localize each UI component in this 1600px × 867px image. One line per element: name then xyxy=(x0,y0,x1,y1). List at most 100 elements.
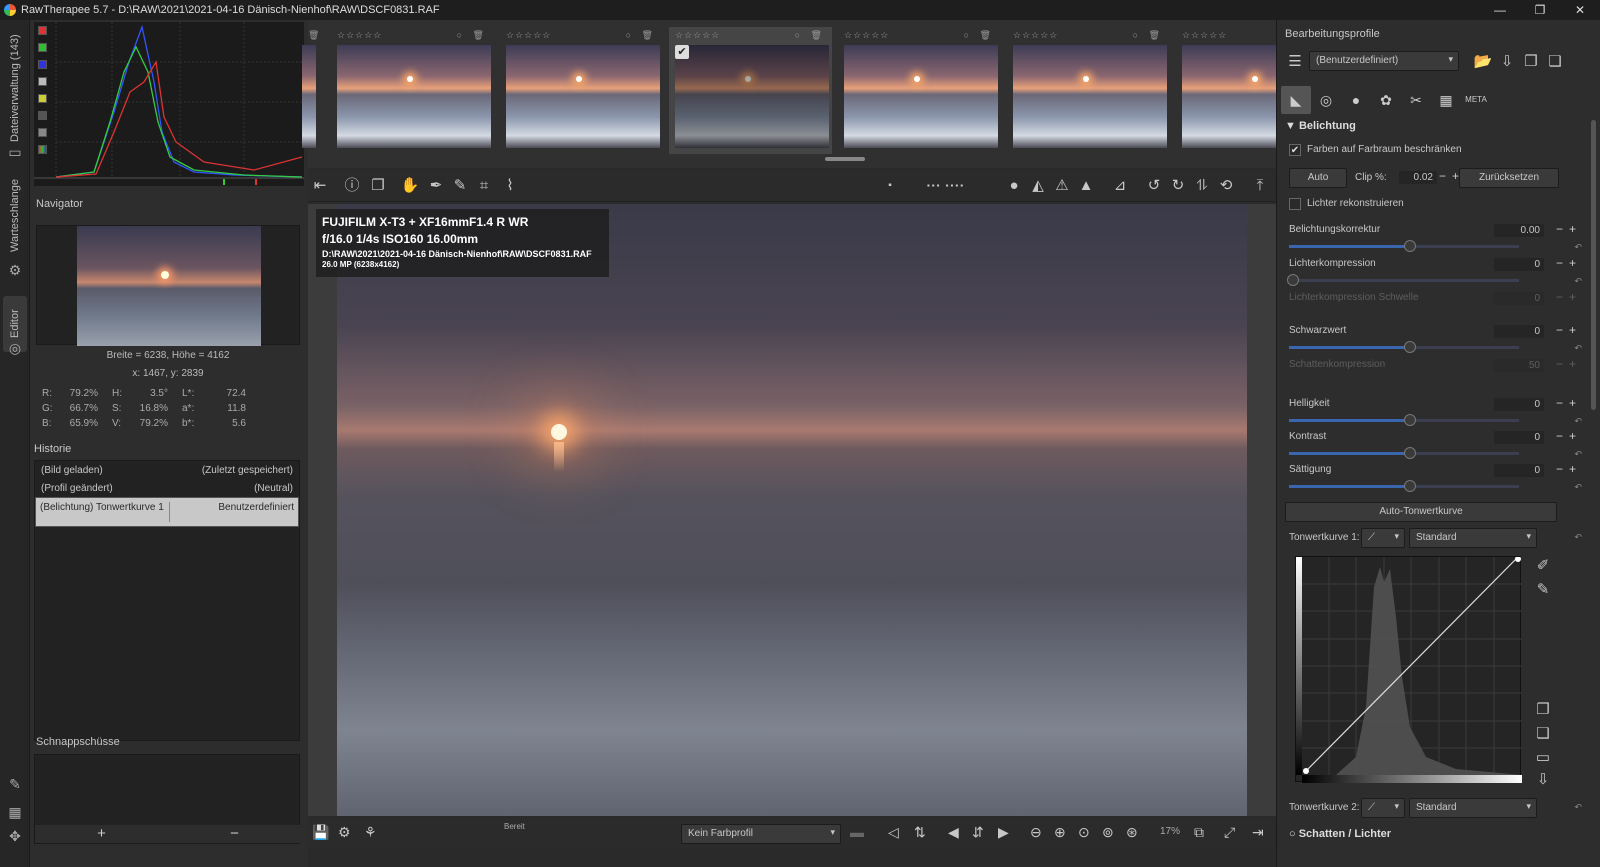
forward-icon[interactable]: ▶ xyxy=(998,824,1009,841)
white-balance-picker-icon[interactable]: ✒ xyxy=(426,176,446,196)
rating-stars[interactable]: ☆☆☆☆☆ xyxy=(1013,30,1058,41)
before-after-icon[interactable]: ❐ xyxy=(368,176,388,196)
thumbnail[interactable]: 🗑 xyxy=(302,27,322,154)
save-profile-icon[interactable]: ⇩ xyxy=(1497,52,1517,72)
reset-icon[interactable]: ↶ xyxy=(1574,343,1582,354)
shadow-clip-icon[interactable]: ◭ xyxy=(1028,176,1048,196)
control-slider[interactable] xyxy=(1289,341,1519,353)
control-slider[interactable] xyxy=(1289,447,1519,459)
minimize-button[interactable]: — xyxy=(1480,0,1520,20)
aperture-icon[interactable]: ◎ xyxy=(7,340,23,356)
rating-stars[interactable]: ☆☆☆☆☆ xyxy=(844,30,889,41)
reset-icon[interactable]: ↶ xyxy=(1574,416,1582,427)
hide-top-panel-icon[interactable]: ⤒ xyxy=(1250,176,1270,196)
paste-curve-icon[interactable]: ❏ xyxy=(1533,724,1553,744)
panel-scrollbar[interactable] xyxy=(1591,120,1596,410)
reconstruct-checkbox[interactable] xyxy=(1289,198,1301,210)
edit-point-icon[interactable]: ✐ xyxy=(1533,556,1553,576)
history-item[interactable]: (Bild geladen) (Zuletzt gespeichert) xyxy=(35,461,299,479)
hand-tool-icon[interactable]: ✋ xyxy=(400,176,420,196)
control-value[interactable]: 0.00 xyxy=(1494,224,1544,237)
tab-advanced[interactable]: ✿ xyxy=(1371,86,1401,114)
tab-queue[interactable]: Warteschlange xyxy=(3,180,27,253)
paste-profile-icon[interactable]: ❏ xyxy=(1545,52,1565,72)
clip-value[interactable]: 0.02 xyxy=(1399,171,1437,184)
curve1-type-select[interactable]: Standard xyxy=(1409,528,1537,548)
crop-icon[interactable]: ⌗ xyxy=(474,176,494,196)
info-icon[interactable]: ⓘ xyxy=(342,176,362,196)
thumbnail[interactable]: ☆☆☆☆☆ ○ 🗑 xyxy=(331,27,494,154)
rotate-right-icon[interactable]: ↻ xyxy=(1168,176,1188,196)
control-slider[interactable] xyxy=(1289,240,1519,252)
curve2-mode-select[interactable]: ⟋ xyxy=(1361,798,1405,818)
prev-image-icon[interactable]: ◁ xyxy=(888,824,899,841)
control-value[interactable]: 0 xyxy=(1494,258,1544,271)
remove-snapshot-button[interactable]: − xyxy=(168,825,301,843)
tab-raw[interactable]: ▦ xyxy=(1431,86,1461,114)
close-button[interactable]: ✕ xyxy=(1560,0,1600,20)
thumb-actions[interactable]: ○ 🗑 xyxy=(1133,30,1170,41)
flip-vertical-icon[interactable]: ⥮ xyxy=(1192,176,1212,196)
tab-transform[interactable]: ✂ xyxy=(1401,86,1431,114)
tone-curve-editor[interactable] xyxy=(1295,556,1522,783)
rating-stars[interactable]: ☆☆☆☆☆ xyxy=(337,30,382,41)
reset-icon[interactable]: ↶ xyxy=(1574,802,1582,813)
pin-icon[interactable]: ✎ xyxy=(7,776,23,792)
open-curve-icon[interactable]: ▭ xyxy=(1533,748,1553,768)
thumbnail[interactable]: ☆☆☆☆☆ ○ 🗑 xyxy=(838,27,1001,154)
thumbnail[interactable]: ☆☆☆☆☆ xyxy=(1176,27,1276,154)
gear-icon[interactable]: ⚙ xyxy=(7,262,23,278)
channel-swatches[interactable]: ▪▪▪ ▪▪▪▪ xyxy=(898,176,994,196)
open-profile-icon[interactable]: 📂 xyxy=(1473,52,1493,72)
control-slider[interactable] xyxy=(1289,480,1519,492)
curve2-type-select[interactable]: Standard xyxy=(1409,798,1537,818)
hide-right-panel-icon[interactable]: ⇥ xyxy=(1252,824,1264,841)
color-picker-icon[interactable]: ✎ xyxy=(450,176,470,196)
history-item-selected[interactable]: (Belichtung) Tonwertkurve 1 Benutzerdefin… xyxy=(35,497,299,527)
reset-icon[interactable]: ↶ xyxy=(1574,449,1582,460)
soft-proof-icon[interactable]: ▬ xyxy=(850,824,864,840)
thumbnail[interactable]: ☆☆☆☆☆ ○ 🗑 xyxy=(500,27,663,154)
history-item[interactable]: (Profil geändert) (Neutral) xyxy=(35,479,299,497)
thumbnail-selected[interactable]: ☆☆☆☆☆ ○ 🗑 ✔ xyxy=(669,27,832,154)
control-stepper[interactable]: −+ xyxy=(1556,256,1582,270)
control-value[interactable]: 0 xyxy=(1494,431,1544,444)
reset-icon[interactable]: ↶ xyxy=(1574,482,1582,493)
profile-select[interactable]: (Benutzerdefiniert) xyxy=(1309,51,1459,71)
limit-gamut-checkbox[interactable]: ✔ xyxy=(1289,144,1301,156)
hide-left-panel-icon[interactable]: ⇤ xyxy=(310,176,330,196)
save-curve-icon[interactable]: ⇩ xyxy=(1533,770,1553,790)
updown-icon[interactable]: ⇵ xyxy=(972,824,984,841)
curve1-mode-select[interactable]: ⟋ xyxy=(1361,528,1405,548)
tab-detail[interactable]: ◎ xyxy=(1311,86,1341,114)
control-stepper[interactable]: −+ xyxy=(1556,462,1582,476)
control-stepper[interactable]: −+ xyxy=(1556,396,1582,410)
zoom-100-icon[interactable]: ⊚ xyxy=(1102,824,1114,841)
thumbnail[interactable]: ☆☆☆☆☆ ○ 🗑 xyxy=(1007,27,1170,154)
thumb-actions[interactable]: ○ 🗑 xyxy=(964,30,1001,41)
highlight-warning-icon[interactable]: ▲ xyxy=(1076,176,1096,196)
rotate-left-icon[interactable]: ↺ xyxy=(1144,176,1164,196)
tab-file-browser[interactable]: Dateiverwaltung (143) xyxy=(3,28,27,148)
rating-stars[interactable]: ☆☆☆☆☆ xyxy=(1182,30,1227,41)
copy-curve-icon[interactable]: ❐ xyxy=(1533,700,1553,720)
focus-mask-icon[interactable]: ● xyxy=(1004,176,1024,196)
straighten-icon[interactable]: ⌇ xyxy=(500,176,520,196)
control-stepper[interactable]: −+ xyxy=(1556,323,1582,337)
zoom-out-icon[interactable]: ⊖ xyxy=(1030,824,1042,841)
tab-exposure[interactable]: ◣ xyxy=(1281,86,1311,114)
tone-curve-graph[interactable] xyxy=(1296,556,1522,783)
preview-channel-buttons[interactable]: ▪ xyxy=(880,176,900,196)
new-window-icon[interactable]: ⧉ xyxy=(1194,824,1204,841)
control-slider[interactable] xyxy=(1289,414,1519,426)
control-slider[interactable] xyxy=(1287,274,1519,286)
rating-stars[interactable]: ☆☆☆☆☆ xyxy=(506,30,551,41)
curve-picker-icon[interactable]: ✎ xyxy=(1533,580,1553,600)
reset-icon[interactable]: ↶ xyxy=(1574,242,1582,253)
warning-icon[interactable]: ⚠ xyxy=(1052,176,1072,196)
external-editor-icon[interactable]: ⚘ xyxy=(364,824,377,841)
add-snapshot-button[interactable]: + xyxy=(35,825,168,843)
image-preview[interactable]: FUJIFILM X-T3 + XF16mmF1.4 R WR f/16.0 1… xyxy=(308,204,1276,816)
photo[interactable] xyxy=(337,204,1247,816)
rating-stars[interactable]: ☆☆☆☆☆ xyxy=(675,30,720,41)
